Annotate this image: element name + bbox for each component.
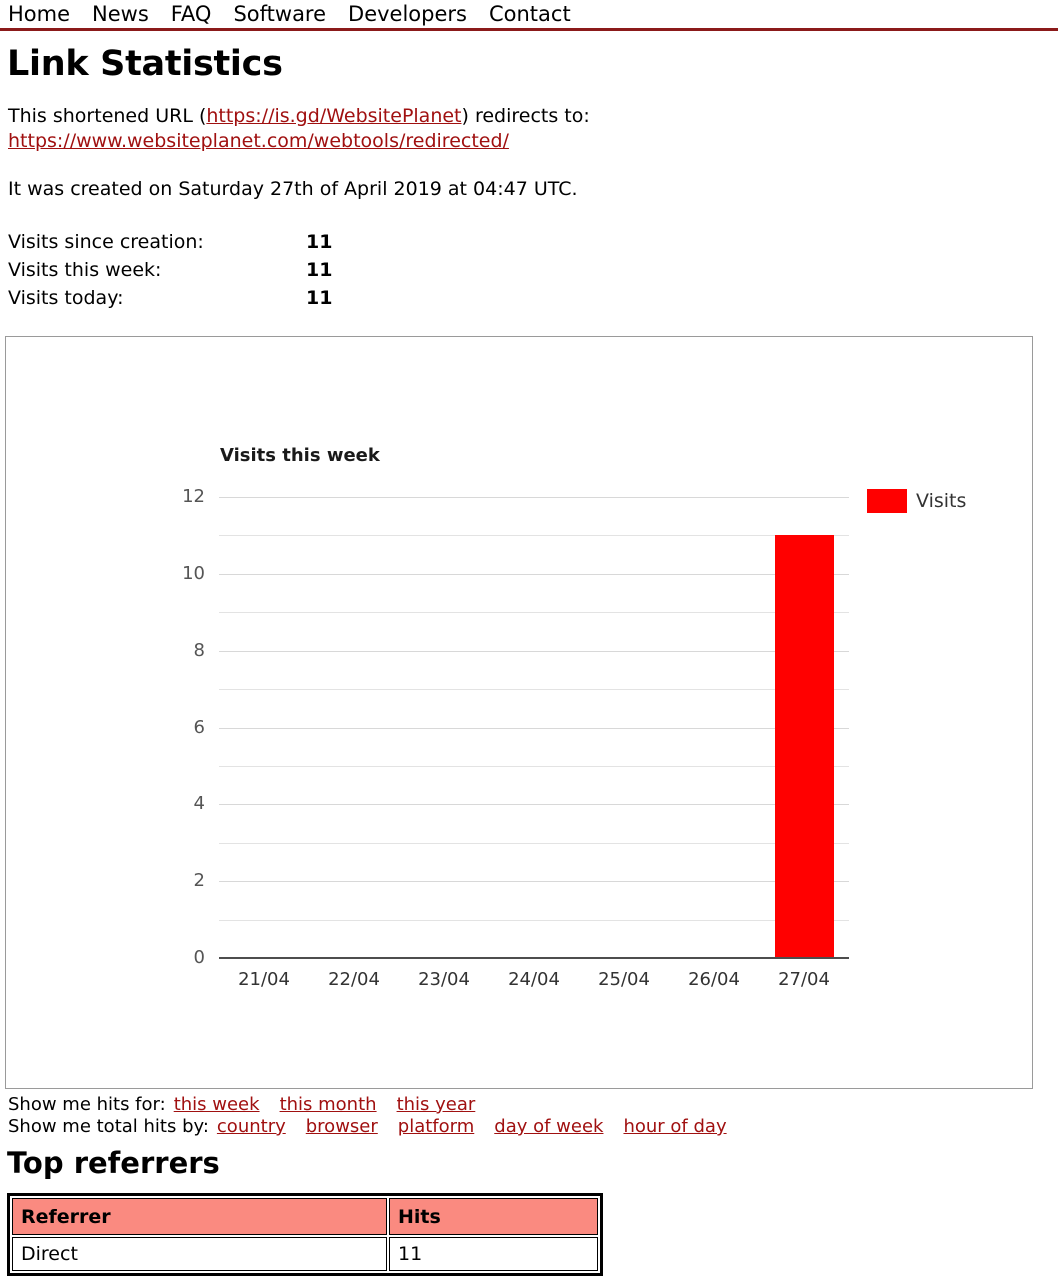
y-axis-tick-label: 2	[193, 870, 205, 892]
redirect-description: This shortened URL (https://is.gd/Websit…	[8, 104, 1008, 154]
chart-title: Visits this week	[220, 445, 380, 466]
y-axis-tick-label: 0	[193, 947, 205, 968]
legend-label-visits: Visits	[916, 490, 967, 512]
link-hits-by-platform[interactable]: platform	[398, 1116, 474, 1137]
top-referrers-title: Top referrers	[7, 1146, 220, 1180]
hits-for-label: Show me hits for:	[8, 1094, 166, 1115]
chart-bar	[774, 535, 834, 958]
hits-by-links-row: Show me total hits by: country browser plat…	[8, 1116, 747, 1138]
column-header-referrer: Referrer	[12, 1198, 387, 1235]
intro-suffix-text: ) redirects to:	[461, 105, 590, 127]
gridline-major	[219, 881, 849, 883]
y-axis-tick-label: 10	[182, 562, 205, 584]
link-hits-by-browser[interactable]: browser	[306, 1116, 378, 1137]
table-row: Direct 11	[12, 1237, 598, 1271]
gridline-major	[219, 497, 849, 498]
visit-counters: Visits since creation: 11 Visits this wee…	[8, 228, 332, 312]
nav-item-home[interactable]: Home	[8, 0, 70, 28]
counter-value-since-creation: 11	[306, 231, 333, 253]
link-hits-this-year[interactable]: this year	[397, 1094, 476, 1115]
gridline-minor	[219, 765, 849, 767]
hits-by-label: Show me total hits by:	[8, 1116, 209, 1137]
column-header-hits: Hits	[389, 1198, 598, 1235]
visits-chart-panel: Visits this week 12 10 8 6 4 2 0 21/04 22/04 23/…	[5, 336, 1033, 1089]
link-hits-by-country[interactable]: country	[217, 1116, 286, 1137]
counter-label-since-creation: Visits since creation:	[8, 231, 204, 253]
counter-value-today: 11	[306, 287, 333, 309]
y-axis-tick-label: 6	[193, 716, 205, 738]
x-axis-tick-label: 27/04	[778, 969, 830, 990]
cell-hits: 11	[389, 1237, 598, 1271]
table-head: Referrer Hits	[12, 1198, 598, 1235]
created-date-text: It was created on Saturday 27th of April…	[8, 178, 578, 200]
nav-item-developers[interactable]: Developers	[348, 0, 467, 28]
hits-for-links-row: Show me hits for: this week this month this…	[8, 1094, 495, 1116]
nav-item-faq[interactable]: FAQ	[171, 0, 212, 28]
gridline-minor	[219, 689, 849, 691]
chart-x-axis-line	[219, 957, 849, 959]
y-axis-tick-label: 4	[193, 793, 205, 815]
table-header-row: Referrer Hits	[12, 1198, 598, 1235]
top-referrers-table: Referrer Hits Direct 11	[7, 1193, 603, 1276]
link-hits-this-month[interactable]: this month	[280, 1094, 377, 1115]
main-navigation: Home News FAQ Software Developers Contact	[0, 0, 1058, 31]
nav-item-news[interactable]: News	[92, 0, 149, 28]
nav-item-software[interactable]: Software	[233, 0, 326, 28]
counter-label-today: Visits today:	[8, 287, 124, 309]
gridline-major	[219, 804, 849, 806]
gridline-major	[219, 573, 849, 575]
target-url-link[interactable]: https://www.websiteplanet.com/webtools/r…	[8, 130, 509, 152]
y-axis-tick-label: 12	[182, 486, 205, 507]
chart-legend: Visits	[867, 489, 966, 513]
gridline-minor	[219, 842, 849, 844]
counter-value-this-week: 11	[306, 259, 333, 281]
link-hits-by-hour-of-day[interactable]: hour of day	[623, 1116, 726, 1137]
cell-referrer: Direct	[12, 1237, 387, 1271]
counter-row-this-week: Visits this week: 11	[8, 256, 332, 284]
nav-item-contact[interactable]: Contact	[489, 0, 571, 28]
counter-row-since-creation: Visits since creation: 11	[8, 228, 332, 256]
link-hits-by-day-of-week[interactable]: day of week	[494, 1116, 603, 1137]
intro-prefix-text: This shortened URL (	[8, 105, 207, 127]
y-axis-tick-label: 8	[193, 639, 205, 661]
page-title: Link Statistics	[7, 44, 283, 84]
counter-label-this-week: Visits this week:	[8, 259, 162, 281]
visits-chart: Visits this week 12 10 8 6 4 2 0 21/04 22/04 23/…	[6, 337, 1032, 1088]
table-body: Direct 11	[12, 1237, 598, 1271]
counter-row-today: Visits today: 11	[8, 284, 332, 312]
link-hits-this-week[interactable]: this week	[174, 1094, 260, 1115]
short-url-link[interactable]: https://is.gd/WebsitePlanet	[206, 105, 461, 127]
gridline-minor	[219, 535, 849, 537]
gridline-major	[219, 650, 849, 652]
gridline-major	[219, 727, 849, 729]
gridline-minor	[219, 919, 849, 921]
gridline-minor	[219, 612, 849, 614]
legend-swatch-visits	[867, 489, 907, 513]
